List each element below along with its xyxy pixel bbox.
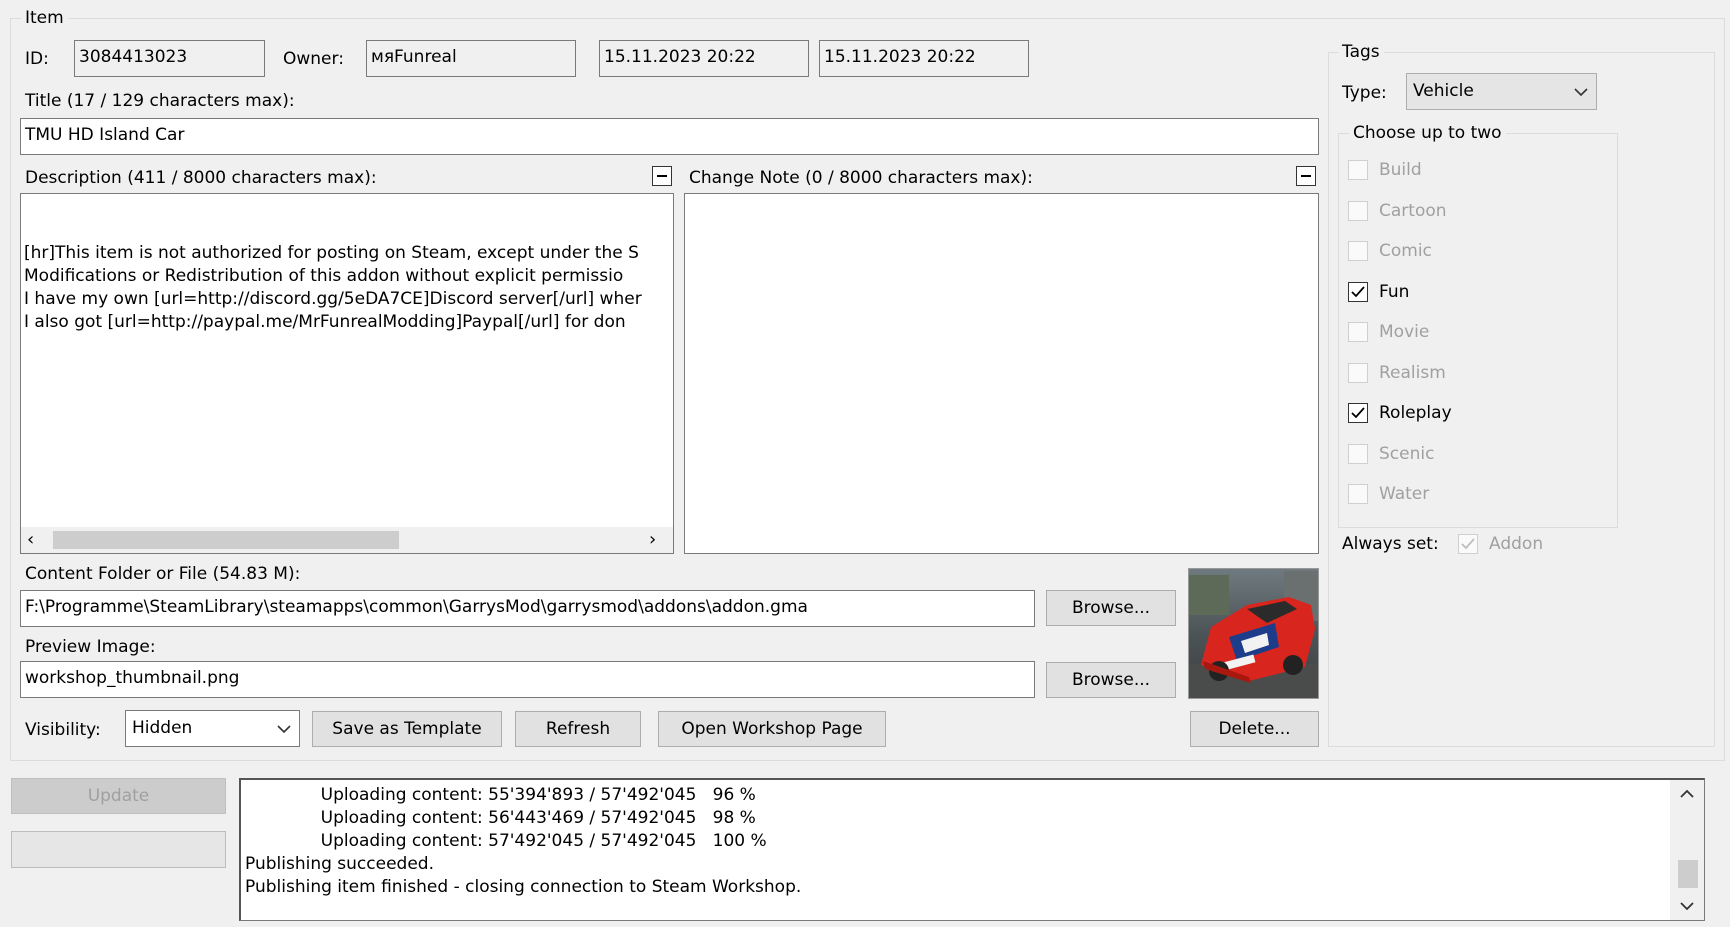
owner-label: Owner: [283, 49, 344, 69]
visibility-select[interactable]: Hidden [125, 710, 300, 747]
scroll-left-arrow-icon[interactable]: ‹ [27, 530, 34, 550]
tag-option-water[interactable]: Water [1348, 481, 1429, 507]
save-as-template-button[interactable]: Save as Template [312, 711, 502, 747]
log-line: Uploading content: 55'394'893 / 57'492'0… [245, 785, 756, 805]
description-line: Modifications or Redistribution of this … [24, 266, 624, 286]
change-note-textarea[interactable] [684, 193, 1319, 554]
tag-option-movie[interactable]: Movie [1348, 319, 1429, 345]
preview-image-label: Preview Image: [25, 637, 156, 657]
tag-option-realism[interactable]: Realism [1348, 360, 1446, 386]
tag-label: Comic [1379, 241, 1432, 261]
log-line: Publishing succeeded. [245, 854, 434, 874]
tag-checkbox[interactable] [1348, 322, 1368, 342]
tag-option-scenic[interactable]: Scenic [1348, 441, 1434, 467]
title-label: Title (17 / 129 characters max): [25, 91, 295, 111]
description-textarea[interactable]: [hr]This item is not authorized for post… [20, 193, 674, 554]
log-line: Uploading content: 56'443'469 / 57'492'0… [245, 808, 756, 828]
tag-label: Cartoon [1379, 200, 1447, 221]
tag-label: Fun [1379, 281, 1410, 302]
tag-checkbox[interactable] [1348, 362, 1368, 383]
title-input[interactable]: TMU HD Island Car [20, 118, 1319, 155]
tag-label: Realism [1379, 362, 1446, 383]
update-button[interactable]: Update [11, 778, 226, 814]
scroll-down-arrow-icon[interactable] [1670, 896, 1704, 916]
tag-option-cartoon[interactable]: Cartoon [1348, 198, 1447, 224]
log-text: Uploading content: 55'394'893 / 57'492'0… [245, 784, 801, 899]
tag-checkbox[interactable] [1348, 241, 1368, 261]
type-select-value: Vehicle [1413, 81, 1474, 101]
progress-bar [11, 831, 226, 868]
log-line: Uploading content: 57'492'045 / 57'492'0… [245, 831, 767, 851]
open-workshop-page-button[interactable]: Open Workshop Page [658, 711, 886, 747]
tag-checkbox[interactable] [1348, 403, 1368, 423]
owner-field[interactable]: мяFunreal [366, 40, 576, 77]
preview-thumbnail [1188, 568, 1319, 699]
visibility-label: Visibility: [25, 720, 101, 740]
scroll-up-arrow-icon[interactable] [1670, 784, 1704, 804]
log-vscroll-thumb[interactable] [1678, 860, 1698, 888]
tag-option-build[interactable]: Build [1348, 157, 1422, 183]
checkmark-icon [1461, 538, 1475, 550]
tag-option-comic[interactable]: Comic [1348, 238, 1432, 264]
type-label: Type: [1342, 83, 1387, 103]
chevron-down-icon [277, 711, 291, 746]
tags-legend: Tags [1338, 42, 1384, 62]
id-field[interactable]: 3084413023 [74, 40, 265, 77]
content-folder-label: Content Folder or File (54.83 M): [25, 564, 301, 584]
tag-label: Movie [1379, 322, 1430, 342]
id-label: ID: [25, 49, 49, 69]
description-line: I have my own [url=http://discord.gg/5eD… [24, 289, 642, 309]
description-label: Description (411 / 8000 characters max): [25, 168, 377, 188]
description-hscroll-thumb[interactable] [53, 531, 399, 549]
change-note-collapse-button[interactable] [1296, 166, 1316, 186]
always-set-value: Addon [1489, 534, 1544, 554]
log-vscrollbar[interactable] [1670, 780, 1704, 920]
tag-checkbox[interactable] [1348, 443, 1368, 464]
tag-checkbox[interactable] [1348, 484, 1368, 504]
created-date-field[interactable]: 15.11.2023 20:22 [599, 40, 809, 77]
item-group-legend: Item [21, 8, 68, 28]
type-select[interactable]: Vehicle [1406, 73, 1597, 110]
description-line: I also got [url=http://paypal.me/MrFunre… [24, 312, 626, 332]
log-line: Publishing item finished - closing conne… [245, 877, 802, 897]
change-note-label: Change Note (0 / 8000 characters max): [689, 168, 1033, 188]
tag-label: Water [1379, 484, 1430, 504]
preview-image-input[interactable]: workshop_thumbnail.png [20, 661, 1035, 698]
log-output[interactable]: Uploading content: 55'394'893 / 57'492'0… [239, 778, 1705, 921]
chevron-down-icon [1574, 74, 1588, 109]
checkmark-icon [1351, 285, 1365, 297]
description-collapse-button[interactable] [652, 166, 672, 186]
tag-label: Build [1379, 160, 1422, 180]
description-line: [hr]This item is not authorized for post… [24, 243, 639, 263]
choose-tags-legend: Choose up to two [1349, 123, 1506, 143]
content-folder-input[interactable]: F:\Programme\SteamLibrary\steamapps\comm… [20, 590, 1035, 627]
tag-option-fun[interactable]: Fun [1348, 279, 1409, 305]
tag-checkbox[interactable] [1348, 200, 1368, 221]
delete-button[interactable]: Delete... [1190, 711, 1319, 747]
description-hscrollbar[interactable]: ‹ › [21, 527, 673, 553]
always-set-checkbox [1458, 534, 1478, 554]
updated-date-field[interactable]: 15.11.2023 20:22 [819, 40, 1029, 77]
scroll-right-arrow-icon[interactable]: › [649, 530, 656, 550]
browse-content-button[interactable]: Browse... [1046, 590, 1176, 626]
visibility-select-value: Hidden [132, 718, 193, 738]
tag-option-roleplay[interactable]: Roleplay [1348, 400, 1452, 426]
tag-checkbox[interactable] [1348, 281, 1368, 302]
red-car-image [1189, 569, 1318, 698]
description-text: [hr]This item is not authorized for post… [24, 242, 642, 334]
tag-checkbox[interactable] [1348, 160, 1368, 180]
tag-label: Scenic [1379, 443, 1435, 464]
checkmark-icon [1351, 407, 1365, 419]
refresh-button[interactable]: Refresh [515, 711, 641, 747]
always-set-label: Always set: [1342, 534, 1439, 554]
tag-label: Roleplay [1379, 403, 1452, 423]
always-set-checkbox-row: Addon [1458, 531, 1543, 557]
browse-preview-button[interactable]: Browse... [1046, 662, 1176, 698]
